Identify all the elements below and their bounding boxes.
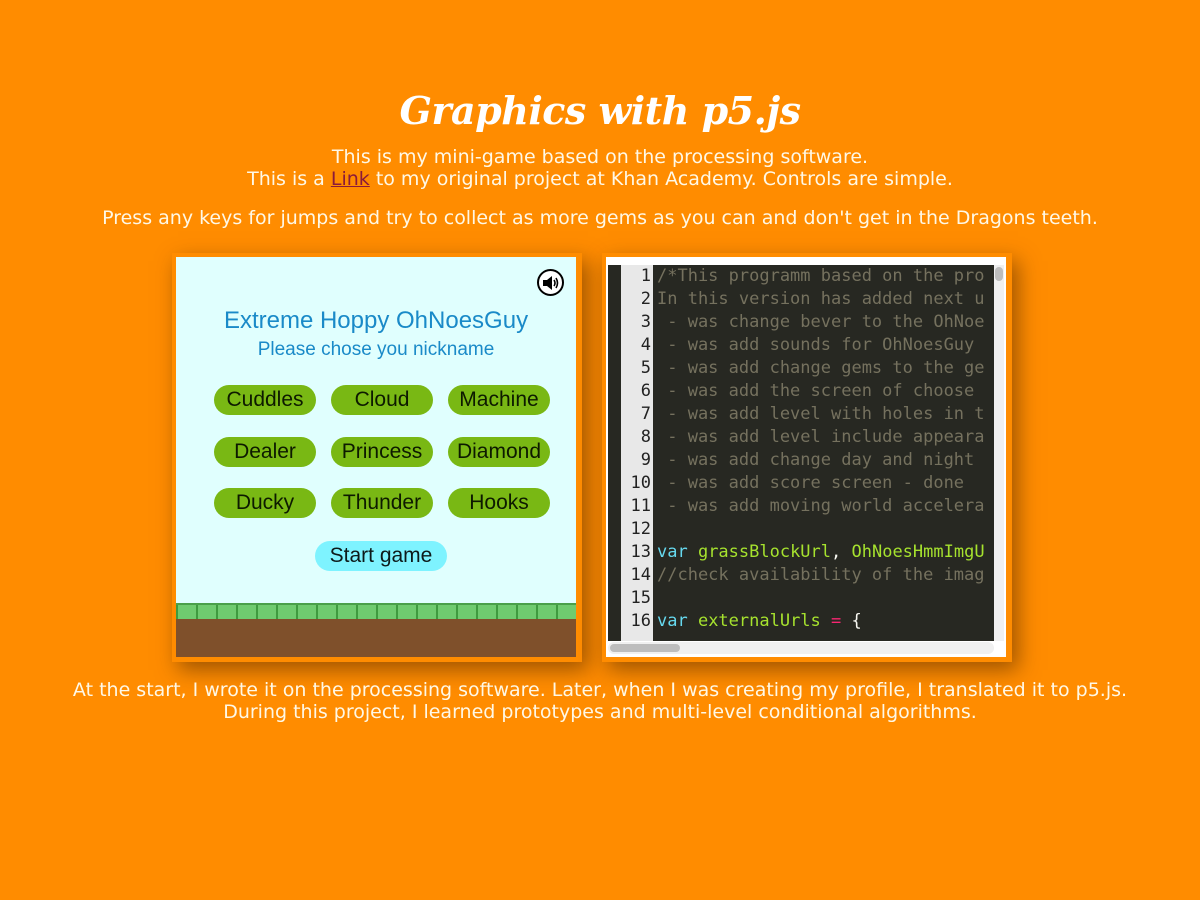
code-body[interactable]: 1 /*This programm based on the pro 2 In th…: [608, 265, 994, 641]
code-text: - was add moving world accelera: [657, 496, 985, 516]
line-number: 3: [640, 312, 651, 332]
line-number: 5: [640, 358, 651, 378]
outro-text: At the start, I wrote it on the processi…: [0, 679, 1200, 723]
nickname-button-cloud[interactable]: Cloud: [331, 385, 433, 415]
line-number: 6: [640, 381, 651, 401]
code-punctuation: {: [851, 611, 862, 631]
code-text: - was add change gems to the ge: [657, 358, 985, 378]
khan-academy-link[interactable]: Link: [331, 168, 370, 190]
nickname-button-ducky[interactable]: Ducky: [214, 488, 316, 518]
speaker-icon: [543, 276, 559, 290]
code-variable: externalUrls: [697, 611, 821, 631]
grass-ground: [176, 603, 576, 619]
intro-line-2-before: This is a: [247, 168, 331, 190]
code-text: - was add score screen - done: [657, 473, 965, 493]
code-text: - was add level with holes in t: [657, 404, 985, 424]
line-number: 1: [640, 266, 651, 286]
game-canvas[interactable]: Extreme Hoppy OhNoesGuy Please chose you…: [176, 257, 576, 657]
code-text: - was add the screen of choose: [657, 381, 985, 401]
code-text: //check availability of the imag: [657, 565, 985, 585]
nickname-button-hooks[interactable]: Hooks: [448, 488, 550, 518]
instructions-text: Press any keys for jumps and try to coll…: [102, 207, 1098, 229]
code-text: var grassBlockUrl, OhNoesHmmImgU: [657, 541, 985, 564]
line-number: 9: [640, 450, 651, 470]
outro-line-1: At the start, I wrote it on the processi…: [72, 679, 1128, 701]
code-punctuation: ,: [831, 542, 852, 562]
line-number: 2: [640, 289, 651, 309]
code-panel: 1 /*This programm based on the pro 2 In th…: [602, 253, 1012, 662]
sound-toggle-button[interactable]: [537, 269, 564, 296]
outro-line-2: During this project, I learned prototype…: [223, 701, 977, 723]
horizontal-scrollbar[interactable]: [608, 642, 994, 654]
intro-line-2-after: to my original project at Khan Academy. …: [369, 168, 953, 190]
code-text: /*This programm based on the pro: [657, 266, 985, 286]
intro-line-1: This is my mini-game based on the proces…: [331, 146, 869, 168]
vertical-scrollbar[interactable]: [994, 265, 1004, 641]
game-panel: Extreme Hoppy OhNoesGuy Please chose you…: [172, 253, 582, 662]
line-number: 10: [630, 473, 651, 493]
line-number: 11: [630, 496, 651, 516]
line-number: 14: [630, 565, 651, 585]
nickname-button-cuddles[interactable]: Cuddles: [214, 385, 316, 415]
line-number: 8: [640, 427, 651, 447]
nickname-button-machine[interactable]: Machine: [448, 385, 550, 415]
vertical-scrollbar-thumb[interactable]: [995, 267, 1003, 281]
code-text: - was add change day and night: [657, 450, 985, 470]
code-editor[interactable]: 1 /*This programm based on the pro 2 In th…: [606, 257, 1006, 657]
nickname-button-thunder[interactable]: Thunder: [331, 488, 433, 518]
line-number: 16: [630, 611, 651, 631]
game-subtitle: Please chose you nickname: [257, 339, 495, 360]
game-title: Extreme Hoppy OhNoesGuy: [223, 307, 529, 334]
line-number: 12: [630, 519, 651, 539]
page-title: Graphics with p5.js: [399, 88, 801, 133]
intro-line-2: This is a Link to my original project at…: [0, 168, 1200, 190]
nickname-button-princess[interactable]: Princess: [331, 437, 433, 467]
line-number: 7: [640, 404, 651, 424]
code-text: - was add sounds for OhNoesGuy: [657, 335, 985, 355]
code-variable: OhNoesHmmImgU: [851, 542, 985, 562]
code-keyword: var: [657, 611, 698, 631]
horizontal-scrollbar-thumb[interactable]: [610, 644, 680, 652]
code-text: var externalUrls = {: [657, 610, 862, 633]
intro-text: This is my mini-game based on the proces…: [0, 146, 1200, 190]
dirt-ground: [176, 619, 576, 657]
start-game-button[interactable]: Start game: [315, 541, 447, 571]
line-number: 15: [630, 588, 651, 608]
code-text: In this version has added next u: [657, 289, 985, 309]
line-number: 4: [640, 335, 651, 355]
nickname-button-dealer[interactable]: Dealer: [214, 437, 316, 467]
code-operator: =: [820, 611, 852, 631]
nickname-button-diamond[interactable]: Diamond: [448, 437, 550, 467]
line-number: 13: [630, 542, 651, 562]
code-keyword: var: [657, 542, 698, 562]
code-variable: grassBlockUrl: [697, 542, 832, 562]
code-text: - was add level include appeara: [657, 427, 985, 447]
code-text: - was change bever to the OhNoe: [657, 312, 985, 332]
